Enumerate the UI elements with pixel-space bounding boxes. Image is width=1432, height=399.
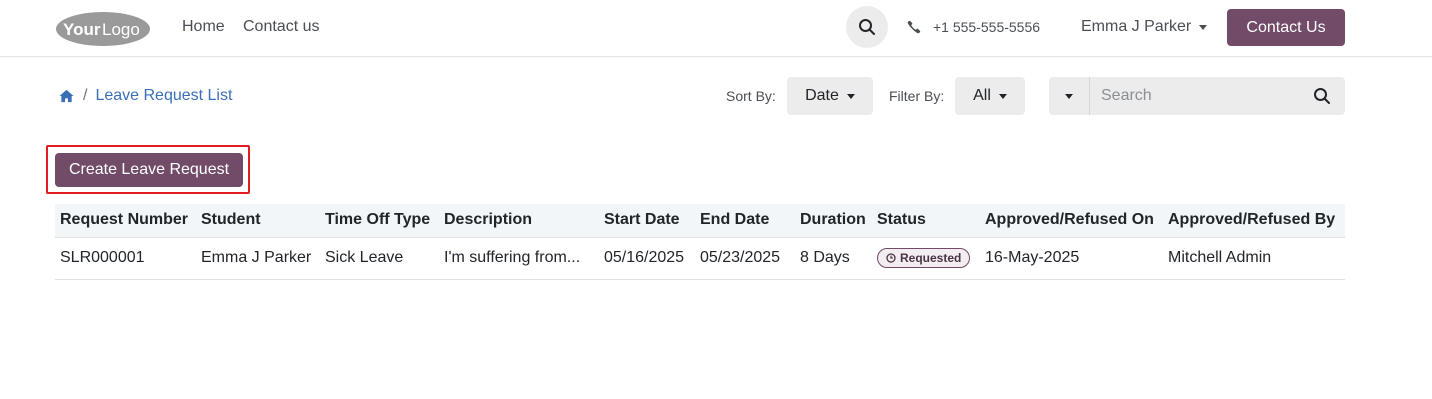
column-header[interactable]: Status <box>872 204 980 238</box>
column-header[interactable]: Approved/Refused On <box>980 204 1163 238</box>
breadcrumb-current[interactable]: Leave Request List <box>95 87 232 105</box>
description-cell: I'm suffering from... <box>439 237 599 280</box>
approved-on-cell: 16-May-2025 <box>980 237 1163 280</box>
user-name: Emma J Parker <box>1081 18 1192 35</box>
contact-us-button[interactable]: Contact Us <box>1227 9 1345 46</box>
column-header[interactable]: Duration <box>795 204 872 238</box>
sort-dropdown[interactable]: Date <box>787 77 873 115</box>
start-date-cell: 05/16/2025 <box>599 237 695 280</box>
table-row[interactable]: SLR000001 Emma J Parker Sick Leave I'm s… <box>55 237 1345 280</box>
search-input[interactable] <box>1091 77 1301 115</box>
column-header[interactable]: Approved/Refused By <box>1163 204 1345 238</box>
nav-home-link[interactable]: Home <box>182 18 225 36</box>
approved-by-cell: Mitchell Admin <box>1163 237 1345 280</box>
svg-text:Your: Your <box>63 20 101 39</box>
phone-icon <box>907 20 921 34</box>
sort-value: Date <box>805 87 839 104</box>
phone-number[interactable]: +1 555-555-5556 <box>933 19 1040 35</box>
search-icon <box>859 19 875 35</box>
nav-contact-link[interactable]: Contact us <box>243 18 319 36</box>
column-header[interactable]: Request Number <box>55 204 196 238</box>
user-menu-dropdown[interactable]: Emma J Parker <box>1081 18 1208 36</box>
sort-label: Sort By: <box>726 88 776 104</box>
column-header[interactable]: Time Off Type <box>320 204 439 238</box>
chevron-down-icon <box>1065 93 1073 99</box>
breadcrumb-separator: / <box>83 87 88 104</box>
header-search-button[interactable] <box>846 6 888 48</box>
student-cell: Emma J Parker <box>196 237 320 280</box>
filter-dropdown[interactable]: All <box>955 77 1025 115</box>
column-header[interactable]: End Date <box>695 204 795 238</box>
time-off-type-cell: Sick Leave <box>320 237 439 280</box>
top-navbar: Your Logo Home Contact us +1 555-555-555… <box>0 0 1432 57</box>
home-icon[interactable] <box>59 89 74 103</box>
column-header[interactable]: Student <box>196 204 320 238</box>
column-header[interactable]: Start Date <box>599 204 695 238</box>
search-group <box>1049 77 1345 115</box>
create-leave-request-button[interactable]: Create Leave Request <box>55 153 243 187</box>
breadcrumb: / Leave Request List <box>59 87 232 105</box>
table-header-row: Request Number Student Time Off Type Des… <box>55 204 1345 238</box>
request-number-cell: SLR000001 <box>55 237 196 280</box>
status-badge: Requested <box>877 248 971 268</box>
filter-label: Filter By: <box>889 88 945 104</box>
end-date-cell: 05/23/2025 <box>695 237 795 280</box>
search-icon[interactable] <box>1313 87 1331 105</box>
svg-text:Logo: Logo <box>102 20 140 39</box>
chevron-down-icon <box>1199 24 1208 30</box>
leave-request-table: Request Number Student Time Off Type Des… <box>55 204 1345 280</box>
duration-cell: 8 Days <box>795 237 872 280</box>
search-scope-dropdown[interactable] <box>1049 77 1090 115</box>
chevron-down-icon <box>998 93 1007 99</box>
status-cell: Requested <box>872 237 980 280</box>
filter-value: All <box>973 87 991 104</box>
column-header[interactable]: Description <box>439 204 599 238</box>
clock-icon <box>886 253 896 263</box>
chevron-down-icon <box>846 93 855 99</box>
status-label: Requested <box>900 251 962 265</box>
logo[interactable]: Your Logo <box>55 11 151 47</box>
